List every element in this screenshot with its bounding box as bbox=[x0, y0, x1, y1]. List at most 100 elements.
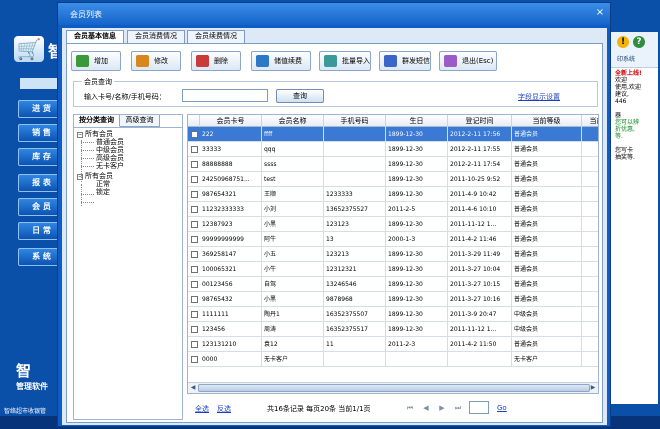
cell-name: ssss bbox=[262, 157, 324, 172]
row-checkbox[interactable] bbox=[191, 341, 198, 348]
tree-node-all-members-by-level[interactable]: − 所有会员 bbox=[77, 130, 113, 138]
row-checkbox[interactable] bbox=[191, 311, 198, 318]
horizontal-scrollbar[interactable]: ◀ ▶ bbox=[188, 382, 598, 393]
row-checkbox[interactable] bbox=[191, 326, 198, 333]
row-checkbox[interactable] bbox=[191, 146, 198, 153]
scroll-right-icon[interactable]: ▶ bbox=[589, 384, 597, 392]
table-row[interactable]: 00123456 自驾 13246546 1899-12-30 2011-3-27 10… bbox=[188, 277, 598, 292]
table-row[interactable]: 24250968751... test 1899-12-30 2011-10-25 9… bbox=[188, 172, 598, 187]
cell-name: 小五 bbox=[262, 247, 324, 262]
cell-current bbox=[582, 292, 598, 307]
cell-birthday: 1899-12-30 bbox=[386, 142, 448, 157]
cell-name: ffff bbox=[262, 127, 324, 142]
prev-page-icon[interactable]: ◀ bbox=[421, 403, 431, 413]
search-input[interactable] bbox=[182, 89, 268, 102]
table-row[interactable]: 99999999999 阿牛 13 2000-1-3 2011-4-2 11:46 普通会… bbox=[188, 232, 598, 247]
row-checkbox[interactable] bbox=[191, 221, 198, 228]
cell-register-time: 2011-4-9 10:42 bbox=[448, 187, 512, 202]
column-header-phone[interactable]: 手机号码 bbox=[324, 115, 386, 127]
first-page-icon[interactable]: ⏮ bbox=[405, 403, 415, 413]
field-display-settings-link[interactable]: 字段显示设置 bbox=[518, 92, 560, 102]
row-checkbox[interactable] bbox=[191, 191, 198, 198]
dialog-titlebar[interactable]: 会员列表 × bbox=[58, 3, 610, 25]
delete-button[interactable]: 删除 bbox=[191, 51, 241, 71]
cell-current bbox=[582, 157, 598, 172]
column-header-level[interactable]: 当前等级 bbox=[512, 115, 582, 127]
row-checkbox[interactable] bbox=[191, 236, 198, 243]
cell-register-time: 2011-4-6 10:10 bbox=[448, 202, 512, 217]
cell-name: 自驾 bbox=[262, 277, 324, 292]
table-row[interactable]: 123131210 袁12 11 2011-2-3 2011-4-2 11:50 普通会员 bbox=[188, 337, 598, 352]
table-row[interactable]: 0000 无卡客户 无卡客户 bbox=[188, 352, 598, 367]
collapse-icon[interactable]: − bbox=[77, 132, 83, 138]
row-checkbox[interactable] bbox=[191, 251, 198, 258]
exit-button[interactable]: 退出(Esc) bbox=[439, 51, 497, 71]
table-row[interactable]: 987654321 王顺 1233333 1899-12-30 2011-4-9 10:… bbox=[188, 187, 598, 202]
table-row[interactable]: 98765432 小黑 9878968 1899-12-30 2011-3-27 10:… bbox=[188, 292, 598, 307]
table-row[interactable]: 12387923 小黑 123123 1899-12-30 2011-11-12 1..… bbox=[188, 217, 598, 232]
tree-node-senior-member[interactable]: 高级会员 bbox=[96, 154, 124, 162]
tree-node-no-card-customer[interactable]: 无卡客户 bbox=[96, 162, 124, 170]
column-header-current[interactable]: 当前 bbox=[582, 115, 599, 127]
column-header-card-no[interactable]: 会员卡号 bbox=[200, 115, 262, 127]
page-number-input[interactable] bbox=[469, 401, 489, 414]
sms-button[interactable]: 群发短信 bbox=[379, 51, 431, 71]
tree-node-normal-member[interactable]: 普通会员 bbox=[96, 138, 124, 146]
cell-birthday: 2000-1-3 bbox=[386, 232, 448, 247]
cell-name: 阿牛 bbox=[262, 232, 324, 247]
table-row[interactable]: 100065321 小牛 12312321 1899-12-30 2011-3-27 1… bbox=[188, 262, 598, 277]
row-checkbox[interactable] bbox=[191, 161, 198, 168]
scroll-left-icon[interactable]: ◀ bbox=[189, 384, 197, 392]
delete-icon bbox=[196, 55, 209, 67]
cell-register-time: 2011-4-2 11:46 bbox=[448, 232, 512, 247]
table-row[interactable]: 88888888 ssss 1899-12-30 2012-2-11 17:54 普通会… bbox=[188, 157, 598, 172]
table-row[interactable]: 11232333333 小刘 13652375527 2011-2-5 2011-4-6… bbox=[188, 202, 598, 217]
next-page-icon[interactable]: ▶ bbox=[437, 403, 447, 413]
edit-button[interactable]: 修改 bbox=[131, 51, 181, 71]
cell-level: 普通会员 bbox=[512, 247, 582, 262]
cell-name: 小黑 bbox=[262, 217, 324, 232]
column-header-register-time[interactable]: 登记时间 bbox=[448, 115, 512, 127]
recharge-button[interactable]: 储值续费 bbox=[251, 51, 311, 71]
row-checkbox[interactable] bbox=[191, 266, 198, 273]
tree-node-status-normal[interactable]: 正常 bbox=[96, 180, 110, 188]
tree-node-status-locked[interactable]: 锁定 bbox=[96, 188, 110, 196]
tree-node-all-members-by-status[interactable]: − 所有会员 bbox=[77, 172, 113, 180]
go-page-link[interactable]: Go bbox=[497, 404, 507, 412]
invert-selection-link[interactable]: 反选 bbox=[217, 404, 231, 414]
table-row[interactable]: 369258147 小五 123213 1899-12-30 2011-3-29 11:… bbox=[188, 247, 598, 262]
row-checkbox[interactable] bbox=[191, 206, 198, 213]
search-button[interactable]: 查询 bbox=[276, 89, 324, 103]
column-header-birthday[interactable]: 生日 bbox=[386, 115, 448, 127]
tab-member-renewal[interactable]: 会员续费情况 bbox=[187, 30, 245, 43]
column-header-name[interactable]: 会员名称 bbox=[262, 115, 324, 127]
row-checkbox[interactable] bbox=[191, 176, 198, 183]
cell-level: 中级会员 bbox=[512, 322, 582, 337]
tab-advanced-query[interactable]: 高级查询 bbox=[120, 115, 160, 127]
cell-card-no: 123131210 bbox=[200, 337, 262, 352]
table-row[interactable]: 1111111 陶丹1 16352375507 1899-12-30 2011-3-9 … bbox=[188, 307, 598, 322]
cell-current bbox=[582, 142, 598, 157]
batch-import-button[interactable]: 批量导入 bbox=[319, 51, 371, 71]
close-icon[interactable]: × bbox=[594, 7, 606, 19]
table-row[interactable]: 222 ffff 1899-12-30 2012-2-11 17:56 普通会员 bbox=[188, 127, 598, 142]
warning-icon[interactable]: ! bbox=[617, 36, 629, 48]
row-checkbox[interactable] bbox=[191, 296, 198, 303]
tab-by-category[interactable]: 按分类查询 bbox=[74, 115, 120, 127]
tab-member-info[interactable]: 会员基本信息 bbox=[66, 30, 124, 44]
row-checkbox[interactable] bbox=[191, 131, 198, 138]
help-icon[interactable]: ? bbox=[633, 36, 645, 48]
row-checkbox[interactable] bbox=[191, 281, 198, 288]
table-row[interactable]: 33333 qqq 1899-12-30 2012-2-11 17:55 普通会员 bbox=[188, 142, 598, 157]
row-checkbox[interactable] bbox=[191, 356, 198, 363]
cell-birthday bbox=[386, 352, 448, 367]
scrollbar-thumb[interactable] bbox=[198, 384, 590, 392]
tab-member-consumption[interactable]: 会员消费情况 bbox=[127, 30, 185, 43]
table-row[interactable]: 123456 周涛 16352375517 1899-12-30 2011-11-12 … bbox=[188, 322, 598, 337]
select-all-link[interactable]: 全选 bbox=[195, 404, 209, 414]
collapse-icon[interactable]: − bbox=[77, 174, 83, 180]
last-page-icon[interactable]: ⏭ bbox=[453, 403, 463, 413]
tree-node-middle-member[interactable]: 中级会员 bbox=[96, 146, 124, 154]
add-button[interactable]: 增加 bbox=[71, 51, 121, 71]
cell-level: 中级会员 bbox=[512, 307, 582, 322]
